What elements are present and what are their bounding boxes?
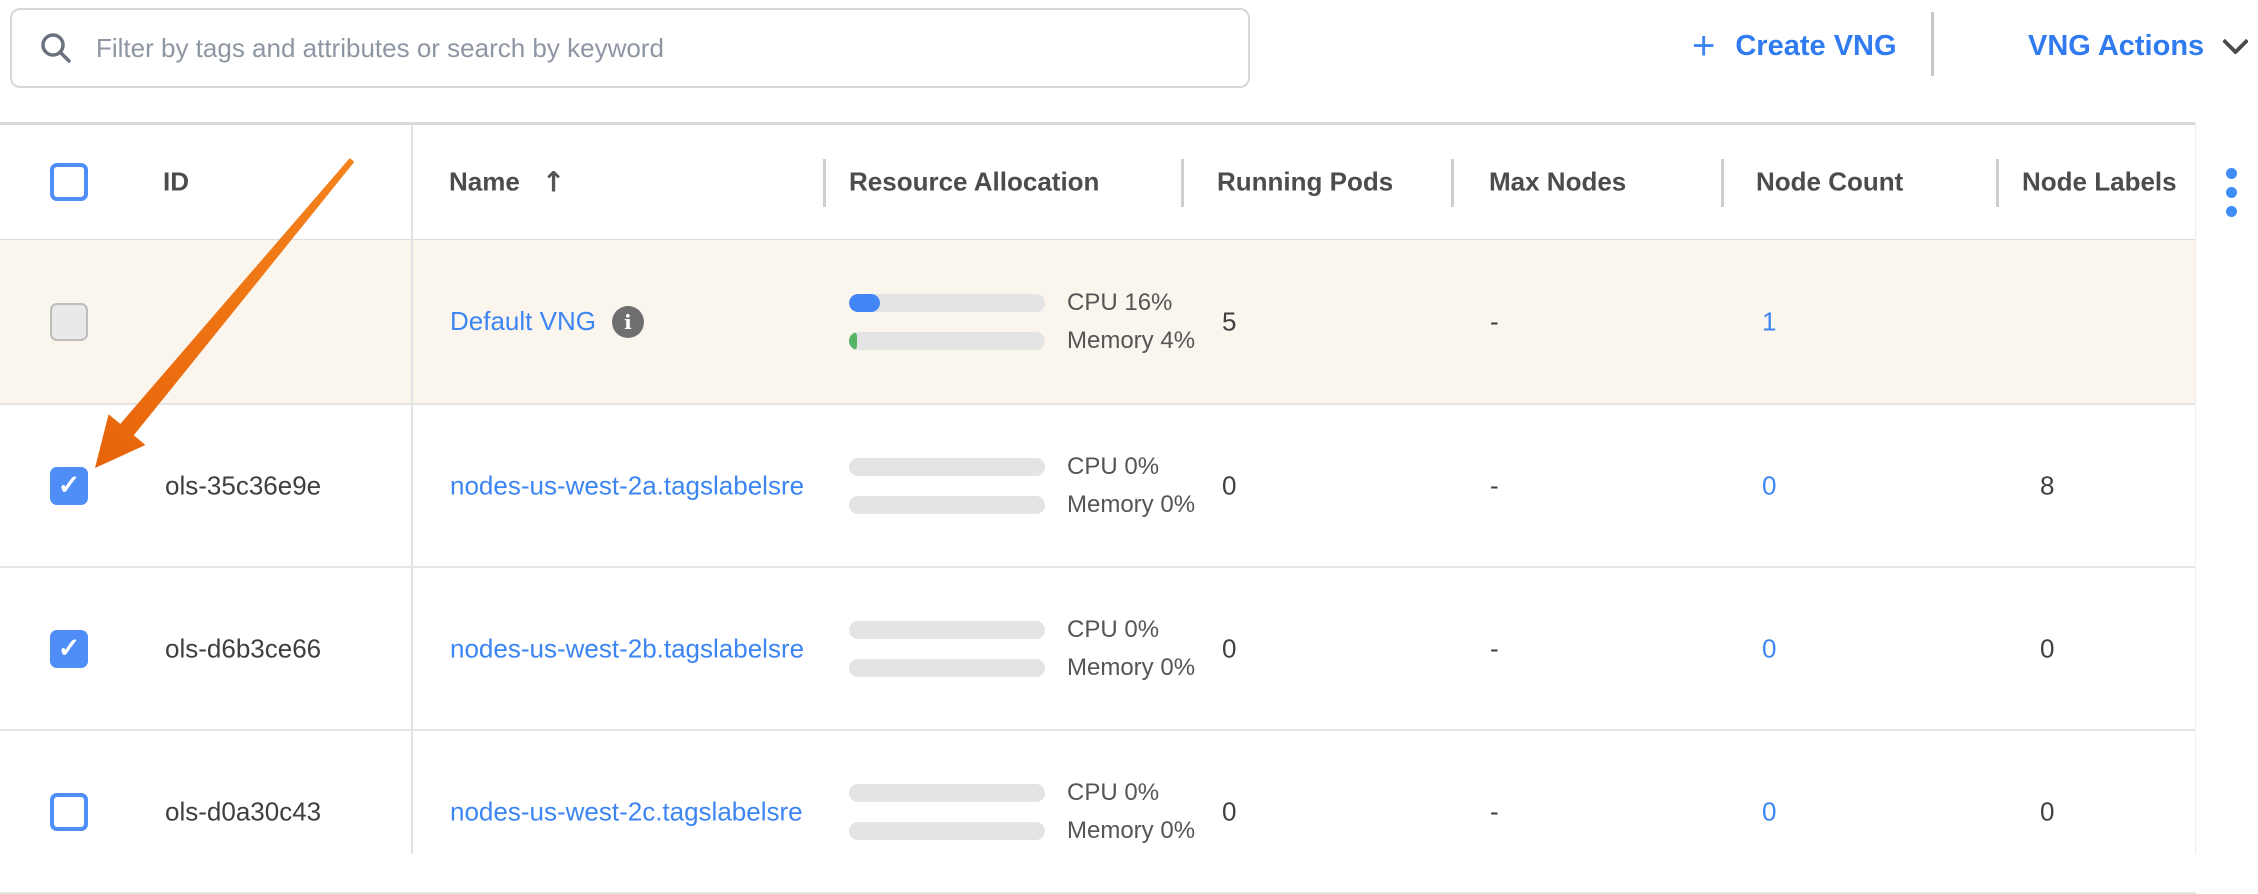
row-checkbox[interactable]: [50, 793, 88, 831]
row-checkbox[interactable]: [50, 630, 88, 668]
cell-max-nodes: -: [1490, 796, 1499, 827]
cell-name: Default VNG i: [450, 306, 644, 338]
cell-id: ols-d0a30c43: [165, 796, 321, 827]
cell-id: ols-d6b3ce66: [165, 633, 321, 664]
cell-node-labels: 0: [2040, 796, 2054, 827]
vng-actions-dropdown[interactable]: VNG Actions: [2028, 22, 2245, 70]
column-header-node-count[interactable]: Node Count: [1756, 167, 1903, 198]
kebab-dot: [2226, 187, 2237, 198]
table-header: ID Name ↑ Resource Allocation Running Po…: [0, 125, 2196, 240]
table-row: ols-d6b3ce66 nodes-us-west-2b.tagslabels…: [0, 568, 2196, 731]
column-header-resource-allocation[interactable]: Resource Allocation: [849, 167, 1099, 198]
column-divider: [1451, 159, 1454, 207]
node-count-link[interactable]: 1: [1762, 306, 1776, 337]
cell-name: nodes-us-west-2b.tagslabelsre i: [450, 633, 804, 664]
column-divider: [1721, 159, 1724, 207]
sort-ascending-icon: ↑: [542, 166, 565, 199]
cell-running-pods: 0: [1222, 796, 1236, 827]
table-row: ols-35c36e9e nodes-us-west-2a.tagslabels…: [0, 405, 2196, 568]
vng-actions-label: VNG Actions: [2028, 30, 2204, 63]
cell-max-nodes: -: [1490, 633, 1499, 664]
create-vng-label: Create VNG: [1735, 30, 1896, 63]
column-header-node-labels[interactable]: Node Labels: [2022, 167, 2177, 198]
cell-resource-allocation: CPU 0% Memory 0%: [849, 780, 1195, 844]
kebab-dot: [2226, 168, 2237, 179]
select-all-checkbox[interactable]: [50, 163, 88, 201]
memory-usage-label: Memory 0%: [1067, 654, 1195, 682]
cell-name: nodes-us-west-2a.tagslabelsre i: [450, 470, 804, 501]
vng-name-link[interactable]: nodes-us-west-2b.tagslabelsre: [450, 633, 804, 664]
cpu-usage-label: CPU 0%: [1067, 616, 1159, 644]
search-icon: [38, 30, 74, 66]
vng-name-link[interactable]: nodes-us-west-2c.tagslabelsre: [450, 796, 803, 827]
column-divider: [1996, 159, 1999, 207]
row-checkbox[interactable]: [50, 467, 88, 505]
cell-max-nodes: -: [1490, 470, 1499, 501]
column-header-max-nodes[interactable]: Max Nodes: [1489, 167, 1626, 198]
cell-resource-allocation: CPU 0% Memory 0%: [849, 454, 1195, 518]
cell-id: ols-35c36e9e: [165, 470, 321, 501]
node-count-link[interactable]: 0: [1762, 796, 1776, 827]
vng-name-link[interactable]: Default VNG: [450, 306, 596, 337]
column-divider: [1181, 159, 1184, 207]
chevron-down-icon: [2222, 28, 2249, 55]
cell-name: nodes-us-west-2c.tagslabelsre i: [450, 796, 803, 827]
column-header-name[interactable]: Name ↑: [449, 166, 565, 199]
node-count-link[interactable]: 0: [1762, 633, 1776, 664]
cell-node-labels: 0: [2040, 633, 2054, 664]
node-count-link[interactable]: 0: [1762, 470, 1776, 501]
info-icon[interactable]: i: [612, 306, 644, 338]
cell-max-nodes: -: [1490, 306, 1499, 337]
memory-usage-bar: [849, 822, 1045, 840]
column-header-running-pods[interactable]: Running Pods: [1217, 167, 1393, 198]
cell-resource-allocation: CPU 16% Memory 4%: [849, 290, 1195, 354]
column-header-name-label: Name: [449, 167, 520, 198]
cpu-usage-bar: [849, 458, 1045, 476]
create-vng-button[interactable]: + Create VNG: [1692, 22, 1897, 70]
memory-usage-label: Memory 0%: [1067, 817, 1195, 845]
cpu-usage-label: CPU 0%: [1067, 453, 1159, 481]
column-header-id[interactable]: ID: [163, 167, 189, 198]
cpu-usage-label: CPU 16%: [1067, 289, 1172, 317]
cpu-usage-bar: [849, 784, 1045, 802]
cell-node-labels: 8: [2040, 470, 2054, 501]
table-row: ols-d0a30c43 nodes-us-west-2c.tagslabels…: [0, 731, 2196, 894]
cpu-usage-bar: [849, 621, 1045, 639]
vng-name-link[interactable]: nodes-us-west-2a.tagslabelsre: [450, 470, 804, 501]
row-checkbox: [50, 303, 88, 341]
memory-usage-bar: [849, 496, 1045, 514]
memory-usage-label: Memory 0%: [1067, 491, 1195, 519]
memory-usage-bar: [849, 659, 1045, 677]
cell-running-pods: 0: [1222, 470, 1236, 501]
plus-icon: +: [1692, 26, 1715, 66]
column-divider: [823, 159, 826, 207]
cell-running-pods: 0: [1222, 633, 1236, 664]
vng-table-body: Default VNG i CPU 16% Memory 4% 5 - 1 ol…: [0, 240, 2196, 894]
kebab-menu-icon[interactable]: [2222, 164, 2241, 221]
id-name-column-divider: [411, 122, 413, 854]
table-right-edge: [2195, 122, 2196, 854]
search-input[interactable]: [94, 32, 1222, 65]
cpu-usage-label: CPU 0%: [1067, 779, 1159, 807]
toolbar-divider: [1931, 12, 1934, 76]
filter-search-box[interactable]: [10, 8, 1250, 88]
memory-usage-bar: [849, 332, 1045, 350]
memory-usage-label: Memory 4%: [1067, 327, 1195, 355]
cell-resource-allocation: CPU 0% Memory 0%: [849, 617, 1195, 681]
table-row-default-vng: Default VNG i CPU 16% Memory 4% 5 - 1: [0, 240, 2196, 405]
kebab-dot: [2226, 206, 2237, 217]
cell-running-pods: 5: [1222, 306, 1236, 337]
cpu-usage-bar: [849, 294, 1045, 312]
